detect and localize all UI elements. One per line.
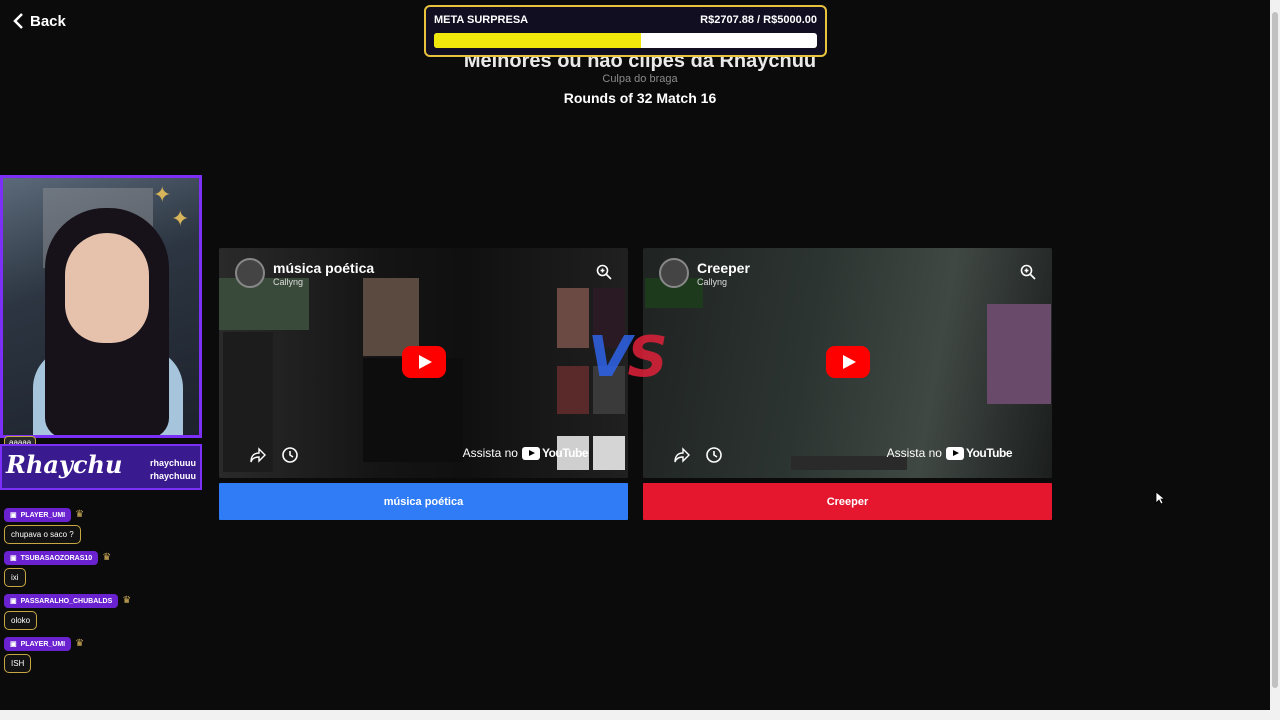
goal-progress-track bbox=[434, 33, 817, 48]
brand-logo-text: Rhaychu bbox=[6, 450, 123, 479]
zoom-icon[interactable] bbox=[596, 264, 612, 280]
choose-right-button[interactable]: Creeper bbox=[643, 483, 1052, 520]
video-title[interactable]: Creeper bbox=[697, 260, 750, 276]
donation-goal-widget: META SURPRESA R$2707.88 / R$5000.00 bbox=[424, 5, 827, 57]
chat-badge-icon: ▣ bbox=[10, 555, 17, 562]
watch-later-icon[interactable] bbox=[705, 446, 723, 464]
chat-username: ▣ PLAYER_UMI bbox=[4, 508, 72, 522]
chat-username: ▣ PASSARALHO_CHUBALDS bbox=[4, 594, 119, 608]
chat-badge-icon: ▣ bbox=[10, 512, 17, 519]
watch-on-youtube-link[interactable]: Assista no YouTube bbox=[887, 446, 1013, 460]
versus-label: VS bbox=[588, 325, 668, 390]
goal-amount: R$2707.88 / R$5000.00 bbox=[700, 14, 817, 26]
sparkle-icon: ✦ bbox=[171, 206, 190, 231]
video-embed-right[interactable]: Creeper Callyng Assista no YouTube bbox=[643, 248, 1052, 478]
channel-avatar[interactable] bbox=[659, 258, 689, 288]
back-label: Back bbox=[30, 12, 66, 30]
crown-icon: ♛ bbox=[102, 552, 112, 563]
goal-progress-fill bbox=[434, 33, 642, 48]
video-embed-left[interactable]: música poética Callyng Assista no YouTub… bbox=[219, 248, 628, 478]
social-handle-x: rhaychuuu bbox=[149, 458, 196, 468]
video-channel[interactable]: Callyng bbox=[697, 277, 750, 287]
youtube-logo-icon: YouTube bbox=[945, 446, 1013, 460]
channel-avatar[interactable] bbox=[235, 258, 265, 288]
chat-message: ▣ TSUBASAOZORAS10 ♛ ixi bbox=[4, 547, 111, 587]
video-title[interactable]: música poética bbox=[273, 260, 374, 276]
mouse-cursor-icon bbox=[1155, 491, 1165, 505]
chat-badge-icon: ▣ bbox=[10, 598, 17, 605]
chat-message: ▣ PLAYER_UMI ♛ chupava o saco ? bbox=[4, 504, 84, 544]
goal-label: META SURPRESA bbox=[434, 14, 529, 26]
crown-icon: ♛ bbox=[75, 638, 85, 649]
chat-username: ▣ TSUBASAOZORAS10 bbox=[4, 551, 99, 565]
round-indicator: Rounds of 32 Match 16 bbox=[563, 90, 717, 106]
choose-left-button[interactable]: música poética bbox=[219, 483, 628, 520]
youtube-logo-icon: YouTube bbox=[521, 446, 589, 460]
streamer-brand-banner: Rhaychu rhaychuuu rhaychuuu bbox=[0, 444, 202, 490]
chevron-left-icon bbox=[13, 13, 23, 29]
chat-text: oloko bbox=[4, 611, 38, 630]
chat-text: ISH bbox=[4, 654, 32, 673]
share-icon[interactable] bbox=[249, 446, 267, 464]
watch-later-icon[interactable] bbox=[281, 446, 299, 464]
watch-on-youtube-link[interactable]: Assista no YouTube bbox=[463, 446, 589, 460]
zoom-icon[interactable] bbox=[1020, 264, 1036, 280]
video-channel[interactable]: Callyng bbox=[273, 277, 374, 287]
scrollbar-thumb[interactable] bbox=[1272, 12, 1278, 688]
chat-badge-icon: ▣ bbox=[10, 641, 17, 648]
page-subtitle: Culpa do braga bbox=[602, 73, 678, 85]
play-button[interactable] bbox=[402, 346, 446, 378]
sparkle-icon: ✦ bbox=[153, 182, 172, 207]
chat-message: ▣ PASSARALHO_CHUBALDS ♛ oloko bbox=[4, 590, 131, 630]
chat-text: chupava o saco ? bbox=[4, 525, 81, 544]
chat-text: ixi bbox=[4, 568, 26, 587]
crown-icon: ♛ bbox=[122, 595, 132, 606]
horizontal-scrollbar[interactable] bbox=[0, 710, 1280, 720]
chat-username: ▣ PLAYER_UMI bbox=[4, 637, 72, 651]
share-icon[interactable] bbox=[673, 446, 691, 464]
social-handle-tiktok: rhaychuuu bbox=[149, 471, 196, 481]
play-button[interactable] bbox=[826, 346, 870, 378]
webcam-feed: ✦ ✦ bbox=[0, 175, 202, 438]
back-button[interactable]: Back bbox=[12, 12, 66, 30]
chat-message: ▣ PLAYER_UMI ♛ ISH bbox=[4, 633, 84, 673]
vertical-scrollbar[interactable] bbox=[1270, 0, 1280, 710]
crown-icon: ♛ bbox=[75, 509, 85, 520]
